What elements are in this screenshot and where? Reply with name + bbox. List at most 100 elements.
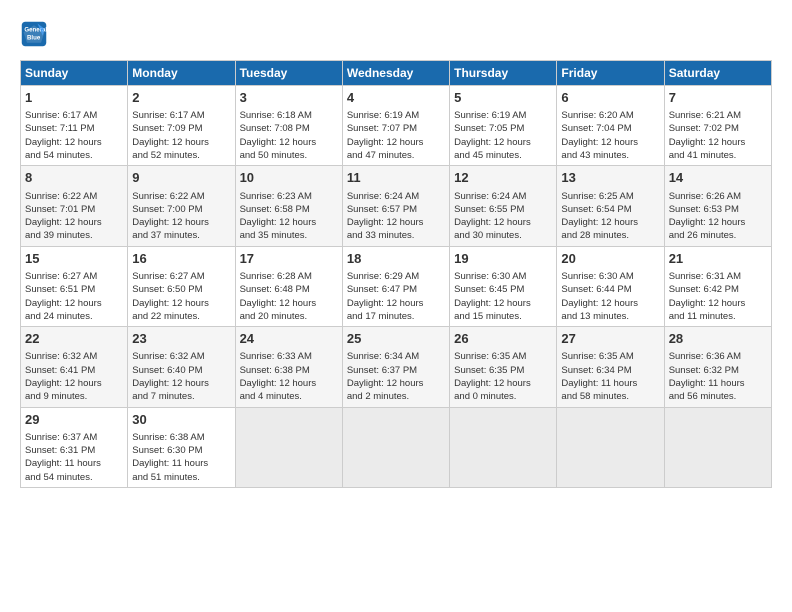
day-info-line: Daylight: 11 hours bbox=[25, 457, 123, 470]
day-number: 25 bbox=[347, 330, 445, 348]
header-row: Sunday Monday Tuesday Wednesday Thursday… bbox=[21, 61, 772, 86]
day-info-line: Sunset: 6:58 PM bbox=[240, 203, 338, 216]
logo: General Blue bbox=[20, 20, 54, 48]
day-info-line: Sunrise: 6:20 AM bbox=[561, 109, 659, 122]
day-number: 11 bbox=[347, 169, 445, 187]
col-monday: Monday bbox=[128, 61, 235, 86]
calendar-cell: 24Sunrise: 6:33 AMSunset: 6:38 PMDayligh… bbox=[235, 327, 342, 407]
day-number: 7 bbox=[669, 89, 767, 107]
day-number: 2 bbox=[132, 89, 230, 107]
calendar-cell bbox=[664, 407, 771, 487]
day-number: 4 bbox=[347, 89, 445, 107]
day-info-line: Daylight: 12 hours bbox=[240, 297, 338, 310]
calendar-cell: 23Sunrise: 6:32 AMSunset: 6:40 PMDayligh… bbox=[128, 327, 235, 407]
day-info-line: Sunset: 6:53 PM bbox=[669, 203, 767, 216]
day-info-line: and 13 minutes. bbox=[561, 310, 659, 323]
day-info-line: and 2 minutes. bbox=[347, 390, 445, 403]
day-info-line: Sunrise: 6:31 AM bbox=[669, 270, 767, 283]
day-info-line: and 24 minutes. bbox=[25, 310, 123, 323]
day-info-line: Sunset: 6:30 PM bbox=[132, 444, 230, 457]
day-info-line: Daylight: 12 hours bbox=[347, 377, 445, 390]
day-info-line: Sunset: 7:02 PM bbox=[669, 122, 767, 135]
day-info-line: and 22 minutes. bbox=[132, 310, 230, 323]
day-info-line: Sunset: 6:51 PM bbox=[25, 283, 123, 296]
day-info-line: Sunrise: 6:19 AM bbox=[454, 109, 552, 122]
day-info-line: Daylight: 11 hours bbox=[132, 457, 230, 470]
day-number: 8 bbox=[25, 169, 123, 187]
day-info-line: Daylight: 12 hours bbox=[454, 377, 552, 390]
day-number: 12 bbox=[454, 169, 552, 187]
day-info-line: Daylight: 12 hours bbox=[347, 216, 445, 229]
day-info-line: and 45 minutes. bbox=[454, 149, 552, 162]
day-info-line: and 26 minutes. bbox=[669, 229, 767, 242]
day-info-line: Daylight: 12 hours bbox=[347, 136, 445, 149]
day-info-line: Sunrise: 6:24 AM bbox=[347, 190, 445, 203]
day-number: 16 bbox=[132, 250, 230, 268]
day-info-line: Sunrise: 6:35 AM bbox=[454, 350, 552, 363]
day-info-line: Sunrise: 6:32 AM bbox=[25, 350, 123, 363]
day-info-line: Sunset: 6:34 PM bbox=[561, 364, 659, 377]
day-number: 29 bbox=[25, 411, 123, 429]
day-info-line: Sunset: 6:38 PM bbox=[240, 364, 338, 377]
day-info-line: and 28 minutes. bbox=[561, 229, 659, 242]
day-info-line: Sunset: 7:00 PM bbox=[132, 203, 230, 216]
day-info-line: and 52 minutes. bbox=[132, 149, 230, 162]
day-number: 5 bbox=[454, 89, 552, 107]
day-info-line: Sunrise: 6:23 AM bbox=[240, 190, 338, 203]
calendar-cell: 8Sunrise: 6:22 AMSunset: 7:01 PMDaylight… bbox=[21, 166, 128, 246]
calendar-cell: 3Sunrise: 6:18 AMSunset: 7:08 PMDaylight… bbox=[235, 86, 342, 166]
calendar-cell: 27Sunrise: 6:35 AMSunset: 6:34 PMDayligh… bbox=[557, 327, 664, 407]
day-number: 3 bbox=[240, 89, 338, 107]
calendar-cell: 29Sunrise: 6:37 AMSunset: 6:31 PMDayligh… bbox=[21, 407, 128, 487]
day-number: 1 bbox=[25, 89, 123, 107]
day-info-line: and 20 minutes. bbox=[240, 310, 338, 323]
day-info-line: Sunrise: 6:22 AM bbox=[132, 190, 230, 203]
day-info-line: and 15 minutes. bbox=[454, 310, 552, 323]
calendar-cell: 11 Sunrise: 6:24 AMSunset: 6:57 PMDayligh… bbox=[342, 166, 449, 246]
day-info-line: Daylight: 12 hours bbox=[347, 297, 445, 310]
calendar-table: Sunday Monday Tuesday Wednesday Thursday… bbox=[20, 60, 772, 488]
calendar-cell: 7Sunrise: 6:21 AMSunset: 7:02 PMDaylight… bbox=[664, 86, 771, 166]
day-info-line: and 30 minutes. bbox=[454, 229, 552, 242]
day-info-line: Sunrise: 6:28 AM bbox=[240, 270, 338, 283]
day-info-line: Sunset: 6:55 PM bbox=[454, 203, 552, 216]
day-info-line: Sunset: 7:01 PM bbox=[25, 203, 123, 216]
day-info-line: Daylight: 12 hours bbox=[240, 216, 338, 229]
day-number: 23 bbox=[132, 330, 230, 348]
day-info-line: and 51 minutes. bbox=[132, 471, 230, 484]
day-info-line: Sunrise: 6:29 AM bbox=[347, 270, 445, 283]
calendar-cell: 19Sunrise: 6:30 AMSunset: 6:45 PMDayligh… bbox=[450, 246, 557, 326]
day-info-line: Sunset: 6:40 PM bbox=[132, 364, 230, 377]
day-info-line: Daylight: 12 hours bbox=[454, 136, 552, 149]
day-info-line: and 54 minutes. bbox=[25, 149, 123, 162]
day-number: 19 bbox=[454, 250, 552, 268]
day-number: 15 bbox=[25, 250, 123, 268]
day-info-line: Sunrise: 6:24 AM bbox=[454, 190, 552, 203]
calendar-week-row: 15 Sunrise: 6:27 AMSunset: 6:51 PM Dayligh… bbox=[21, 246, 772, 326]
col-sunday: Sunday bbox=[21, 61, 128, 86]
day-info-line: Sunset: 7:09 PM bbox=[132, 122, 230, 135]
day-info-line: Daylight: 12 hours bbox=[454, 297, 552, 310]
day-info-line: Sunset: 6:57 PM bbox=[347, 203, 445, 216]
day-info-line: Daylight: 12 hours bbox=[25, 377, 123, 390]
day-info-line: and 58 minutes. bbox=[561, 390, 659, 403]
day-info-line: Sunrise: 6:27 AM bbox=[25, 270, 123, 283]
day-info-line: Daylight: 12 hours bbox=[132, 136, 230, 149]
day-info-line: and 0 minutes. bbox=[454, 390, 552, 403]
calendar-cell: 22Sunrise: 6:32 AMSunset: 6:41 PMDayligh… bbox=[21, 327, 128, 407]
calendar-body: 1Sunrise: 6:17 AMSunset: 7:11 PMDaylight… bbox=[21, 86, 772, 488]
day-number: 6 bbox=[561, 89, 659, 107]
col-wednesday: Wednesday bbox=[342, 61, 449, 86]
logo-icon: General Blue bbox=[20, 20, 48, 48]
day-info-line: Daylight: 12 hours bbox=[669, 297, 767, 310]
day-info-line: Sunrise: 6:37 AM bbox=[25, 431, 123, 444]
day-info-line: Daylight: 12 hours bbox=[561, 216, 659, 229]
day-number: 14 bbox=[669, 169, 767, 187]
day-number: 21 bbox=[669, 250, 767, 268]
day-info-line: Daylight: 11 hours bbox=[561, 377, 659, 390]
calendar-cell: 15Sunrise: 6:27 AMSunset: 6:51 PMDayligh… bbox=[21, 246, 128, 326]
day-info-line: Sunrise: 6:36 AM bbox=[669, 350, 767, 363]
calendar-cell: 14Sunrise: 6:26 AMSunset: 6:53 PMDayligh… bbox=[664, 166, 771, 246]
day-info-line: and 47 minutes. bbox=[347, 149, 445, 162]
day-info-line: and 9 minutes. bbox=[25, 390, 123, 403]
